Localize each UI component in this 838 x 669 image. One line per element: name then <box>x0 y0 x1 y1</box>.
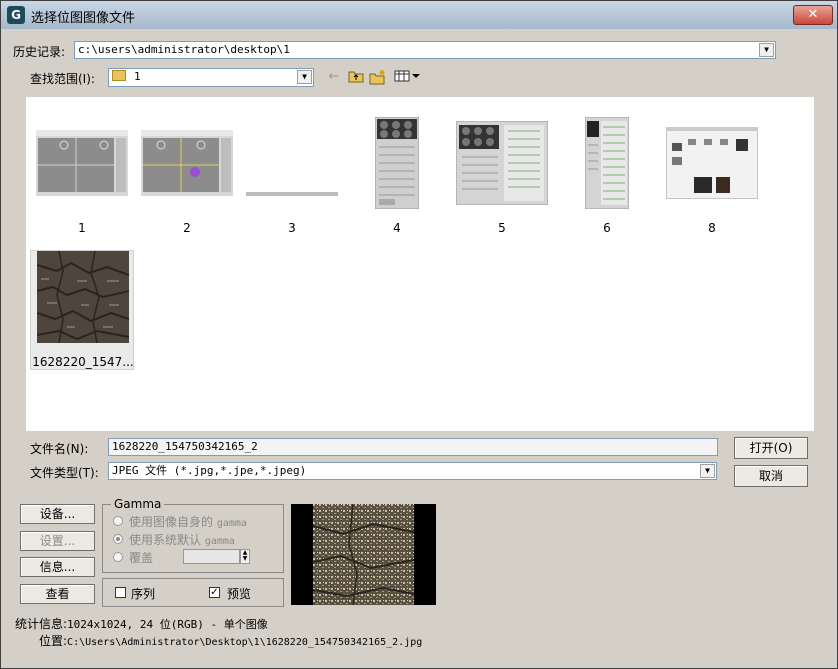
sequence-label: 序列 <box>131 587 156 601</box>
file-name: 1 <box>78 221 86 235</box>
file-item[interactable]: 6 <box>555 117 659 237</box>
filetype-value: JPEG 文件 (*.jpg,*.jpe,*.jpeg) <box>112 464 307 477</box>
preview-label: 预览 <box>227 587 252 601</box>
chevron-down-icon[interactable]: ▼ <box>297 70 312 84</box>
file-name: 5 <box>498 221 506 235</box>
up-folder-icon[interactable] <box>347 69 365 85</box>
preview-image <box>313 504 414 605</box>
location-label: 位置: <box>39 634 68 648</box>
file-name: 3 <box>288 221 296 235</box>
history-value: c:\users\administrator\desktop\1 <box>78 43 290 56</box>
filename-label: 文件名(N): <box>30 442 89 456</box>
lookin-value: 1 <box>134 70 141 83</box>
file-list[interactable]: 1 2 3 4 5 6 8 1628220_1547... <box>26 97 814 431</box>
gamma-spinner[interactable]: ▲ ▼ <box>240 549 250 564</box>
filetype-label: 文件类型(T): <box>30 466 99 480</box>
gamma-system-label: 使用系统默认 gamma <box>129 533 235 547</box>
file-item-selected[interactable]: 1628220_1547... <box>30 250 134 370</box>
gamma-system-radio[interactable] <box>113 534 123 544</box>
back-icon[interactable]: ← <box>325 69 343 85</box>
history-label: 历史记录: <box>13 45 66 59</box>
devices-button[interactable]: 设备... <box>20 504 95 524</box>
chevron-down-icon[interactable]: ▼ <box>700 464 715 478</box>
file-thumbnail <box>37 251 129 343</box>
lookin-label: 查找范围(I): <box>30 72 95 86</box>
sequence-checkbox[interactable] <box>115 587 126 598</box>
file-thumbnail <box>456 117 548 209</box>
file-item[interactable]: 5 <box>450 117 554 237</box>
folder-icon <box>112 70 126 81</box>
close-button[interactable]: ✕ <box>793 5 833 25</box>
cancel-button[interactable]: 取消 <box>734 465 808 487</box>
location-line: 位置:C:\Users\Administrator\Desktop\1\1628… <box>39 632 422 649</box>
file-thumbnail <box>141 117 233 209</box>
gamma-override-radio[interactable] <box>113 552 123 562</box>
options-group <box>102 578 284 607</box>
preview-pane <box>291 504 436 605</box>
view-button[interactable]: 查看 <box>20 584 95 604</box>
file-item[interactable]: 3 <box>240 117 344 237</box>
gamma-own-label: 使用图像自身的 gamma <box>129 515 247 529</box>
file-name: 4 <box>393 221 401 235</box>
history-dropdown[interactable]: c:\users\administrator\desktop\1 ▼ <box>74 41 776 59</box>
file-item[interactable]: 8 <box>660 117 764 237</box>
new-folder-icon[interactable] <box>369 69 387 85</box>
file-thumbnail <box>351 117 443 209</box>
file-item[interactable]: 1 <box>30 117 134 237</box>
filetype-dropdown[interactable]: JPEG 文件 (*.jpg,*.jpe,*.jpeg) ▼ <box>108 462 717 480</box>
file-item[interactable]: 2 <box>135 117 239 237</box>
file-thumbnail <box>666 117 758 209</box>
open-button[interactable]: 打开(O) <box>734 437 808 459</box>
file-dialog-window: G 选择位图图像文件 ✕ 历史记录: c:\users\administrato… <box>0 0 838 669</box>
stats-label: 统计信息: <box>15 617 68 631</box>
info-button[interactable]: 信息... <box>20 557 95 577</box>
preview-checkbox[interactable]: ✓ <box>209 587 220 598</box>
view-menu-icon[interactable] <box>393 69 423 85</box>
gamma-own-radio[interactable] <box>113 516 123 526</box>
lookin-dropdown[interactable]: 1 ▼ <box>108 68 314 87</box>
file-thumbnail <box>36 117 128 209</box>
file-name: 6 <box>603 221 611 235</box>
filename-input[interactable]: 1628220_154750342165_2 <box>108 438 718 456</box>
file-name: 8 <box>708 221 716 235</box>
app-icon: G <box>7 6 25 24</box>
stats-line: 统计信息:1024x1024, 24 位(RGB) - 单个图像 <box>15 615 268 632</box>
file-thumbnail <box>246 117 338 209</box>
window-title: 选择位图图像文件 <box>31 11 136 26</box>
chevron-down-icon[interactable]: ▼ <box>759 43 774 57</box>
file-thumbnail <box>561 117 653 209</box>
location-value: C:\Users\Administrator\Desktop\1\1628220… <box>67 637 423 648</box>
file-item[interactable]: 4 <box>345 117 449 237</box>
file-name: 2 <box>183 221 191 235</box>
title-bar: G 选择位图图像文件 ✕ <box>1 1 837 29</box>
setup-button[interactable]: 设置... <box>20 531 95 551</box>
gamma-override-label: 覆盖 <box>129 551 154 565</box>
gamma-override-input[interactable] <box>183 549 240 564</box>
gamma-title: Gamma <box>111 497 165 511</box>
file-name: 1628220_1547... <box>32 355 134 369</box>
stats-value: 1024x1024, 24 位(RGB) - 单个图像 <box>67 618 268 631</box>
